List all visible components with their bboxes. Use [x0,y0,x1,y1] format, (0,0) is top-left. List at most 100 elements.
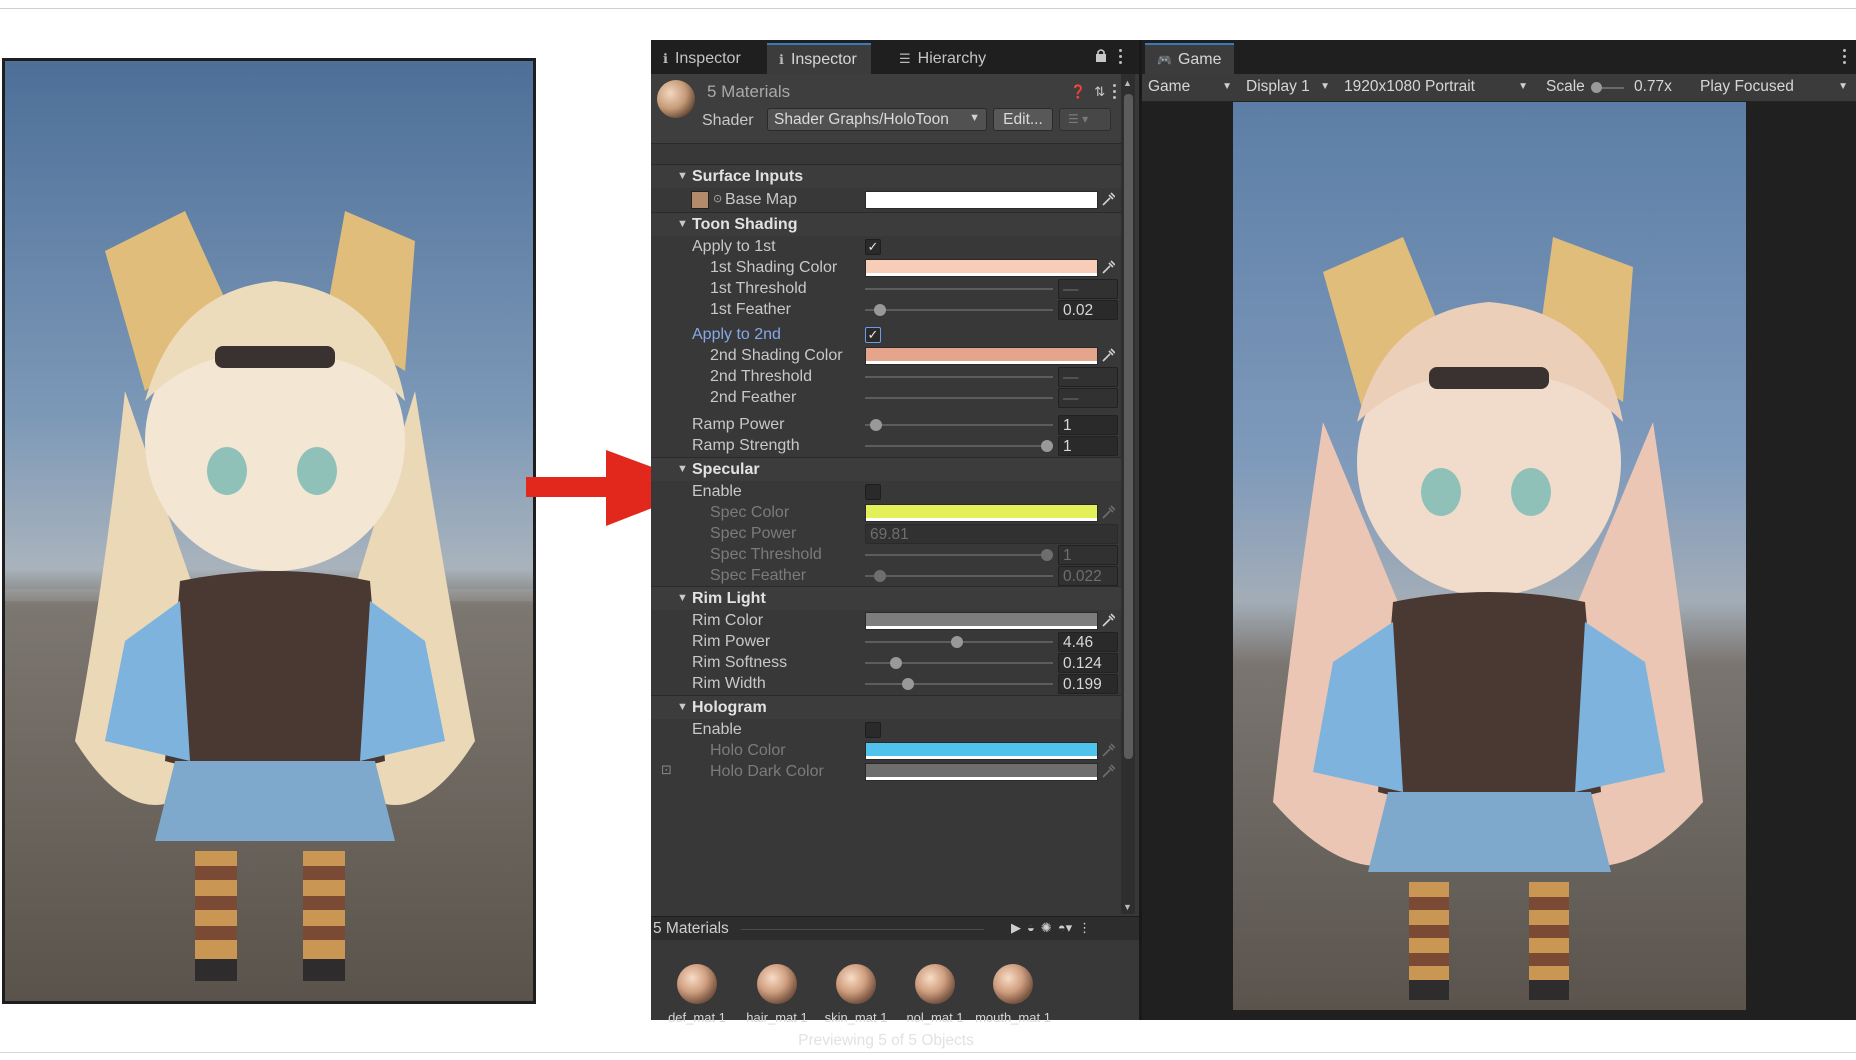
play-icon[interactable]: ▶ [1011,920,1021,936]
section-hologram[interactable]: ▼ Hologram [651,695,1121,719]
section-toon-shading[interactable]: ▼ Toon Shading [651,212,1121,236]
lock-icon[interactable] [1095,48,1107,62]
apply-1st-checkbox[interactable]: ✓ [865,239,881,255]
game-view-dropdown[interactable]: Game ▼ [1144,77,1236,99]
rim-softness-input[interactable]: 0.124 [1058,653,1118,673]
eyedropper-icon[interactable] [1101,504,1115,520]
eyedropper-icon[interactable] [1101,191,1115,207]
slider-knob[interactable] [901,678,914,690]
base-map-color-swatch[interactable] [865,191,1098,209]
slider-knob[interactable] [1041,549,1053,561]
section-rim-light[interactable]: ▼ Rim Light [651,586,1121,610]
slider-track[interactable] [865,683,1053,685]
section-title: Specular [692,461,760,478]
section-specular[interactable]: ▼ Specular [651,457,1121,481]
foldout-icon: ▼ [677,218,688,230]
scale-value: 0.77x [1634,78,1672,95]
spec-color-swatch[interactable] [865,504,1098,522]
rim-color-swatch[interactable] [865,612,1098,630]
chevron-down-icon: ▼ [1838,81,1848,92]
play-mode-dropdown[interactable]: Play Focused ▼ [1696,77,1852,99]
preset-icon[interactable]: ⇅ [1094,84,1105,100]
object-picker-icon[interactable]: ⊙ [713,192,722,205]
kebab-icon[interactable] [1113,84,1117,100]
tab-inspector-1[interactable]: ℹ Inspector [651,43,755,74]
shader-value: Shader Graphs/HoloToon [774,111,949,128]
apply-2nd-checkbox[interactable]: ✓ [865,327,881,343]
slider-knob[interactable] [1041,440,1053,452]
eyedropper-icon[interactable] [1101,259,1115,275]
lock-icon[interactable]: ⊡ [661,762,672,778]
scale-slider-knob[interactable] [1591,82,1602,93]
dropdown-value: Display 1 [1246,78,1310,95]
slider-track[interactable] [865,575,1053,577]
row-2nd-feather: 2nd Feather — [651,386,1121,410]
spec-feather-input[interactable]: 0.022 [1058,566,1118,586]
kebab-icon[interactable] [1119,49,1123,65]
slider-track[interactable] [865,445,1053,447]
lights-icon[interactable]: ✺ [1041,920,1052,936]
eyedropper-icon[interactable] [1101,347,1115,363]
slider-track[interactable] [865,309,1053,311]
slider-knob[interactable] [873,304,886,316]
tab-game[interactable]: 🎮 Game [1145,43,1234,74]
resolution-dropdown[interactable]: 1920x1080 Portrait ▼ [1340,77,1532,99]
field-label: Holo Dark Color [710,763,824,780]
holo-dark-color-swatch[interactable] [865,763,1098,781]
preview-shape-icon[interactable]: ◓▾ [1058,920,1072,936]
sphere-icon[interactable]: ◒ [1027,920,1035,936]
scroll-up-icon[interactable]: ▲ [1123,78,1132,88]
slider-knob[interactable] [873,570,886,582]
2nd-feather-input[interactable]: — [1058,388,1118,408]
tab-inspector-2[interactable]: ℹ Inspector [767,43,871,74]
slider-knob[interactable] [889,657,902,669]
tab-hierarchy[interactable]: ☰ Hierarchy [887,43,1000,74]
2nd-shading-color-swatch[interactable] [865,347,1098,365]
ramp-strength-input[interactable]: 1 [1058,436,1118,456]
spec-power-input[interactable]: 69.81 [865,524,1118,544]
slider-track[interactable] [865,424,1053,426]
dropdown-value: 1920x1080 Portrait [1344,78,1475,95]
display-dropdown[interactable]: Display 1 ▼ [1242,77,1334,99]
eyedropper-icon[interactable] [1101,612,1115,628]
material-preview-mouth[interactable]: mouth_mat 1 [966,964,1060,1025]
material-ball [836,964,876,1004]
1st-threshold-input[interactable]: — [1058,279,1118,299]
eyedropper-icon[interactable] [1101,742,1115,758]
splitter-line[interactable] [741,929,984,930]
scroll-down-icon[interactable]: ▼ [1123,902,1132,912]
holo-enable-checkbox[interactable] [865,722,881,738]
scrollbar-thumb[interactable] [1124,94,1133,759]
spec-enable-checkbox[interactable] [865,484,881,500]
section-surface-inputs[interactable]: ▼ Surface Inputs [651,164,1121,188]
game-viewport[interactable] [1233,102,1746,1010]
rim-width-input[interactable]: 0.199 [1058,674,1118,694]
slider-track[interactable] [865,554,1053,556]
header-icons: ❓ ⇅ [1070,84,1105,100]
slider-knob[interactable] [870,419,883,431]
kebab-icon[interactable]: ⋮ [1078,920,1091,936]
game-toolbar: Game ▼ Display 1 ▼ 1920x1080 Portrait ▼ … [1142,74,1856,102]
preview-title: 5 Materials [653,920,729,937]
kebab-icon[interactable] [1843,49,1847,65]
1st-feather-input[interactable]: 0.02 [1058,300,1118,320]
help-icon[interactable]: ❓ [1070,84,1086,100]
holo-color-swatch[interactable] [865,742,1098,760]
previewing-count: Previewing 5 of 5 Objects [798,1032,974,1049]
field-label: Spec Color [710,504,790,521]
shader-options-button[interactable]: ☰ ▾ [1059,108,1111,131]
slider-knob[interactable] [951,636,964,648]
texture-thumb[interactable] [691,191,709,209]
slider-track[interactable] [865,397,1053,399]
rim-power-input[interactable]: 4.46 [1058,632,1118,652]
shader-dropdown[interactable]: Shader Graphs/HoloToon ▼ [767,108,987,131]
slider-track[interactable] [865,288,1053,290]
spec-threshold-input[interactable]: 1 [1058,545,1118,565]
1st-shading-color-swatch[interactable] [865,259,1098,277]
materials-preview-bar: 5 Materials ▶ ◒ ✺ ◓▾ ⋮ [651,916,1139,940]
2nd-threshold-input[interactable]: — [1058,367,1118,387]
ramp-power-input[interactable]: 1 [1058,415,1118,435]
eyedropper-icon[interactable] [1101,763,1115,779]
edit-shader-button[interactable]: Edit... [993,108,1053,131]
slider-track[interactable] [865,376,1053,378]
